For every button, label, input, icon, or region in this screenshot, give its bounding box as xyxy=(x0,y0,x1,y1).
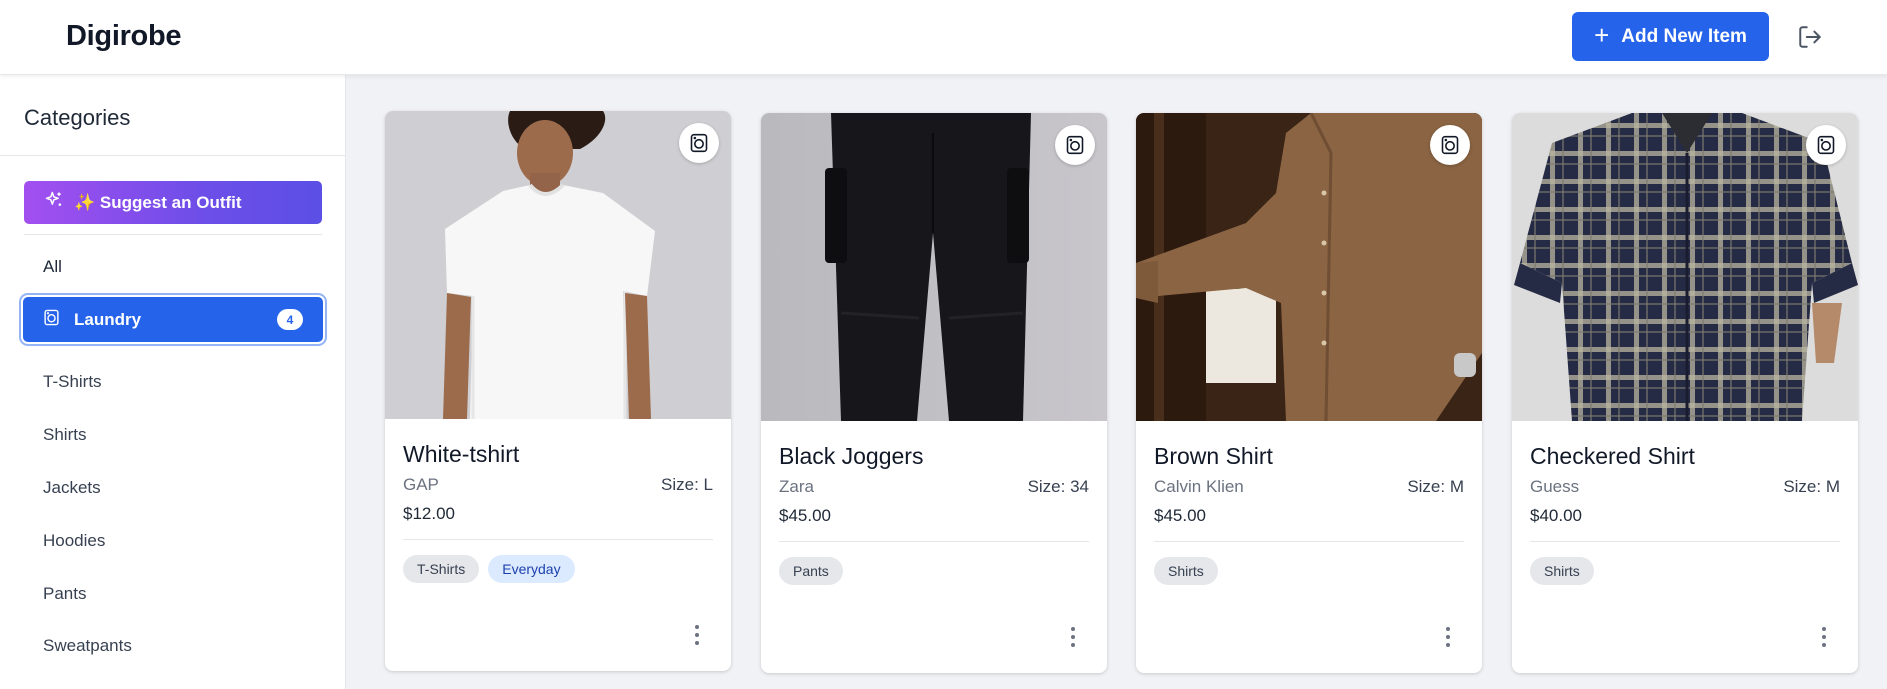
sidebar-item-jackets[interactable]: Jackets xyxy=(43,478,101,498)
item-name: Brown Shirt xyxy=(1154,443,1273,469)
divider xyxy=(0,155,345,156)
tag-badge: Shirts xyxy=(1154,557,1218,585)
item-price: $12.00 xyxy=(403,504,455,523)
add-new-item-label: Add New Item xyxy=(1621,25,1747,47)
item-photo xyxy=(1512,113,1858,421)
divider xyxy=(1154,541,1464,542)
item-photo xyxy=(761,113,1107,421)
logout-icon[interactable] xyxy=(1797,24,1823,50)
item-price: $45.00 xyxy=(1154,506,1206,525)
tag-badge: Pants xyxy=(779,557,843,585)
item-photo xyxy=(385,111,731,419)
sparkles-icon xyxy=(44,190,64,215)
laundry-toggle-button[interactable] xyxy=(1430,125,1470,165)
sidebar-item-all[interactable]: All xyxy=(43,257,62,277)
top-bar: Digirobe + Add New Item xyxy=(0,0,1887,75)
tag-badge: Everyday xyxy=(488,555,575,583)
item-price: $45.00 xyxy=(779,506,831,525)
sidebar-item-hoodies[interactable]: Hoodies xyxy=(43,531,105,551)
more-options-icon[interactable] xyxy=(1820,627,1828,647)
sidebar-item-pants[interactable]: Pants xyxy=(43,584,86,604)
categories-title: Categories xyxy=(24,105,131,130)
item-tags: Shirts xyxy=(1530,557,1594,585)
item-tags: Shirts xyxy=(1154,557,1218,585)
item-size: Size: M xyxy=(1783,477,1840,496)
laundry-toggle-button[interactable] xyxy=(1055,125,1095,165)
item-card[interactable]: Checkered Shirt Guess Size: M $40.00 Shi… xyxy=(1512,113,1858,673)
divider xyxy=(403,539,713,540)
item-photo xyxy=(1136,113,1482,421)
sidebar-item-tshirts[interactable]: T-Shirts xyxy=(43,372,102,392)
add-new-item-button[interactable]: + Add New Item xyxy=(1572,12,1769,61)
item-size: Size: M xyxy=(1407,477,1464,496)
app-title: Digirobe xyxy=(66,20,182,52)
plus-icon: + xyxy=(1594,20,1610,50)
item-brand: Guess xyxy=(1530,477,1580,496)
item-card[interactable]: Brown Shirt Calvin Klien Size: M $45.00 … xyxy=(1136,113,1482,673)
item-name: Checkered Shirt xyxy=(1530,443,1695,469)
suggest-outfit-label: ✨ Suggest an Outfit xyxy=(74,192,242,212)
item-brand: Calvin Klien xyxy=(1154,477,1244,496)
item-tags: T-Shirts Everyday xyxy=(403,555,575,583)
divider xyxy=(24,234,322,235)
more-options-icon[interactable] xyxy=(1444,627,1452,647)
item-price: $40.00 xyxy=(1530,506,1582,525)
sidebar-item-sweatpants[interactable]: Sweatpants xyxy=(43,636,132,656)
sidebar: Categories ✨ Suggest an Outfit All Laund… xyxy=(0,75,346,689)
more-options-icon[interactable] xyxy=(1069,627,1077,647)
item-brand: Zara xyxy=(779,477,814,496)
divider xyxy=(779,541,1089,542)
item-size: Size: L xyxy=(661,475,713,494)
tag-badge: Shirts xyxy=(1530,557,1594,585)
sidebar-item-laundry-label: Laundry xyxy=(74,309,142,329)
suggest-outfit-button[interactable]: ✨ Suggest an Outfit xyxy=(24,181,322,224)
sidebar-item-shirts[interactable]: Shirts xyxy=(43,425,86,445)
item-brand: GAP xyxy=(403,475,439,494)
item-size: Size: 34 xyxy=(1027,477,1089,496)
item-tags: Pants xyxy=(779,557,843,585)
sidebar-item-laundry[interactable]: Laundry 4 xyxy=(23,297,323,342)
divider xyxy=(1530,541,1840,542)
laundry-toggle-button[interactable] xyxy=(679,123,719,163)
tag-badge: T-Shirts xyxy=(403,555,480,583)
item-card[interactable]: White-tshirt GAP Size: L $12.00 T-Shirts… xyxy=(385,111,731,671)
washing-machine-icon xyxy=(43,309,60,331)
item-name: Black Joggers xyxy=(779,443,924,469)
more-options-icon[interactable] xyxy=(693,625,701,645)
laundry-toggle-button[interactable] xyxy=(1806,125,1846,165)
laundry-count-badge: 4 xyxy=(277,309,303,330)
item-name: White-tshirt xyxy=(403,441,520,467)
item-card[interactable]: Black Joggers Zara Size: 34 $45.00 Pants xyxy=(761,113,1107,673)
